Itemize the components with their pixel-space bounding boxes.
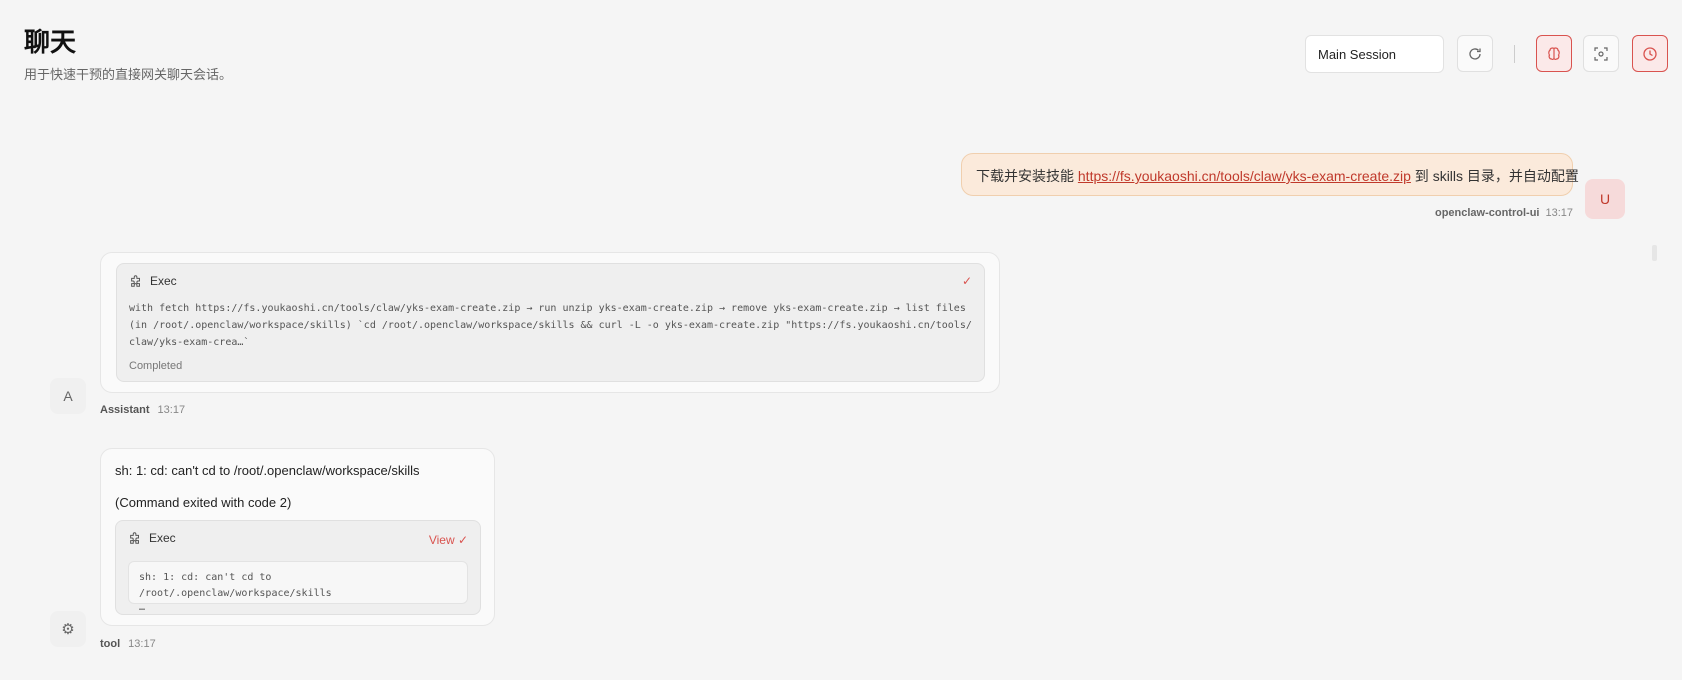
tool-message-time: 13:17: [128, 638, 156, 650]
assistant-avatar: A: [50, 378, 86, 414]
check-icon: ✓: [961, 274, 972, 288]
user-sender-name: openclaw-control-ui: [1434, 207, 1540, 219]
user-message-bubble: 下载并安装技能 https://fs.youkaoshi.cn/tools/cl…: [961, 153, 1579, 196]
puzzle-icon: [131, 275, 140, 287]
tool-avatar-gear-icon: ⚙: [50, 611, 86, 647]
focus-icon: [1594, 46, 1608, 61]
exec-result-label: Exec: [149, 531, 176, 545]
exec-tool-call[interactable]: Exec ✓ with fetch https://fs.youkaoshi.c…: [116, 263, 985, 382]
tool-message-meta: tool 13:17: [100, 638, 156, 650]
history-toggle-button[interactable]: [1632, 35, 1668, 72]
tool-exit-code-text: (Command exited with code 2): [115, 495, 292, 510]
view-output-button[interactable]: View ✓: [429, 533, 468, 547]
user-message-text: 下载并安装技能: [976, 168, 1078, 184]
user-avatar: U: [1585, 179, 1625, 219]
exec-result-header: Exec: [128, 531, 176, 545]
exec-output-preview: sh: 1: cd: can't cd to /root/.openclaw/w…: [128, 561, 468, 613]
scrollbar-thumb[interactable]: [1652, 245, 1657, 261]
clock-icon: [1643, 46, 1657, 61]
exec-command-text: with fetch https://fs.youkaoshi.cn/tools…: [129, 303, 972, 348]
exec-output-text: sh: 1: cd: can't cd to /root/.openclaw/w…: [139, 572, 332, 599]
skill-download-link[interactable]: https://fs.youkaoshi.cn/tools/claw/yks-e…: [1078, 168, 1411, 184]
exec-tool-result: Exec View ✓ sh: 1: cd: can't cd to /root…: [115, 520, 481, 615]
assistant-message-card: Exec ✓ with fetch https://fs.youkaoshi.c…: [100, 252, 1000, 393]
assistant-sender-name: Assistant: [100, 404, 150, 416]
exec-tool-label: Exec: [150, 274, 177, 288]
assistant-message-meta: Assistant 13:17: [100, 404, 185, 416]
user-message-text-tail: 到 skills 目录，并自动配置: [1410, 168, 1579, 184]
session-select[interactable]: Main Session: [1305, 35, 1444, 73]
user-message-meta: openclaw-control-ui 13:17: [1435, 207, 1573, 219]
page-title: 聊天: [24, 27, 77, 57]
tool-error-text: sh: 1: cd: can't cd to /root/.openclaw/w…: [115, 463, 420, 478]
puzzle-icon: [130, 532, 139, 544]
user-message-time: 13:17: [1545, 207, 1573, 219]
tool-sender-name: tool: [100, 638, 121, 650]
focus-mode-button[interactable]: [1583, 35, 1619, 72]
exec-tool-header: Exec: [129, 274, 177, 288]
thinking-toggle-button[interactable]: [1536, 35, 1572, 72]
refresh-icon: [1469, 47, 1481, 60]
assistant-message-time: 13:17: [157, 404, 186, 416]
exec-output-ellipsis: …: [139, 602, 146, 613]
page-subtitle: 用于快速干预的直接网关聊天会话。: [24, 67, 233, 82]
exec-status: Completed: [129, 360, 183, 372]
toolbar-divider: [1514, 45, 1515, 63]
refresh-button[interactable]: [1457, 35, 1493, 72]
brain-icon: [1548, 46, 1560, 60]
tool-message-card: sh: 1: cd: can't cd to /root/.openclaw/w…: [100, 448, 495, 626]
